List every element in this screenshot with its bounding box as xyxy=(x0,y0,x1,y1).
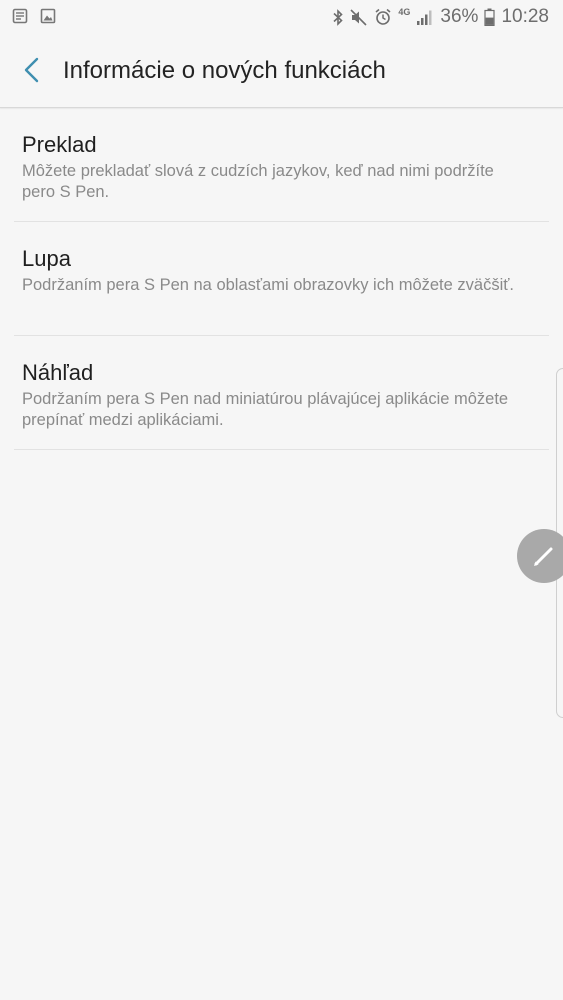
alarm-icon xyxy=(375,8,391,25)
bluetooth-icon xyxy=(333,8,344,26)
notes-icon xyxy=(12,8,28,24)
item-description: Podržaním pera S Pen na oblasťami obrazo… xyxy=(22,276,515,294)
back-button[interactable] xyxy=(10,48,54,92)
clock: 10:28 xyxy=(501,6,549,27)
list-item-lupa[interactable]: Lupa Podržaním pera S Pen na oblasťami o… xyxy=(0,222,563,336)
app-bar: Informácie o nových funkciách xyxy=(0,34,563,108)
list-item-preklad[interactable]: Preklad Môžete prekladať slová z cudzích… xyxy=(0,108,563,222)
air-command-button[interactable] xyxy=(517,529,563,583)
status-bar: 4G 36% 10:28 xyxy=(0,0,563,34)
status-right-icons: 4G 36% 10:28 xyxy=(332,0,549,34)
pen-icon xyxy=(534,547,553,566)
item-title: Lupa xyxy=(22,246,71,271)
page-title: Informácie o nových funkciách xyxy=(63,57,386,84)
item-description: Podržaním pera S Pen nad miniatúrou pláv… xyxy=(22,390,509,429)
list-item-nahlad[interactable]: Náhľad Podržaním pera S Pen nad miniatúr… xyxy=(0,336,563,450)
battery-icon xyxy=(484,8,496,26)
divider xyxy=(14,449,549,450)
item-title: Náhľad xyxy=(22,360,94,385)
battery-percent: 36% xyxy=(440,6,479,27)
mute-icon xyxy=(350,8,367,26)
chevron-left-icon xyxy=(24,57,39,83)
item-title: Preklad xyxy=(22,132,97,157)
item-description: Môžete prekladať slová z cudzích jazykov… xyxy=(22,162,494,201)
network-type-label: 4G xyxy=(398,6,411,17)
signal-icon xyxy=(417,10,432,25)
features-list: Preklad Môžete prekladať slová z cudzích… xyxy=(0,108,563,450)
image-icon xyxy=(40,8,56,24)
status-left-icons xyxy=(12,8,56,24)
